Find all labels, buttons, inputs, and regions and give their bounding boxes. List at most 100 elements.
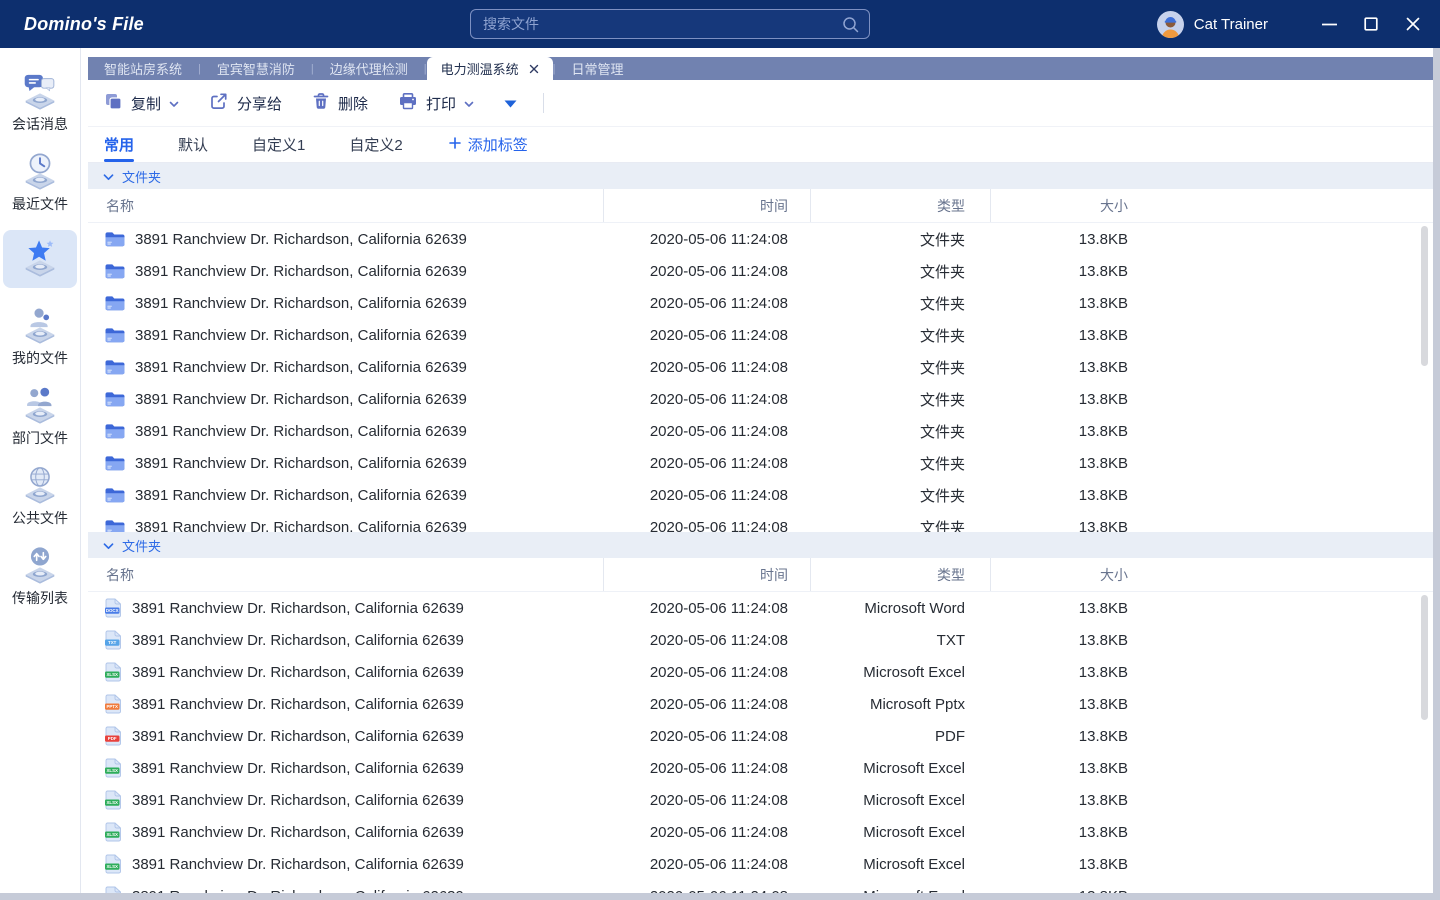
file-type: 文件夹 [810,389,990,410]
tag-tab[interactable]: 自定义2 [349,127,402,162]
file-sections: 文件夹 名称 时间 类型 大小 3891 Ranchview Dr. Richa… [88,163,1433,893]
file-row[interactable]: 3891 Ranchview Dr. Richardson, Californi… [88,447,1433,479]
department-files-icon [17,385,63,427]
file-time: 2020-05-06 11:24:08 [603,760,810,777]
file-time: 2020-05-06 11:24:08 [603,888,810,894]
file-time: 2020-05-06 11:24:08 [603,519,810,533]
file-row[interactable]: 3891 Ranchview Dr. Richardson, Californi… [88,479,1433,511]
file-type: 文件夹 [810,325,990,346]
file-row[interactable]: XLSX3891 Ranchview Dr. Richardson, Calif… [88,656,1433,688]
file-row[interactable]: TXT3891 Ranchview Dr. Richardson, Califo… [88,624,1433,656]
maximize-button[interactable] [1350,6,1392,42]
search-icon[interactable] [842,16,859,33]
add-tag-button[interactable]: 添加标签 [449,134,528,155]
file-name: XLSX3891 Ranchview Dr. Richardson, Calif… [88,758,603,778]
transfer-list-icon [17,545,63,587]
sidebar-item-label: 最近文件 [12,194,68,214]
tab-active[interactable]: 电力测温系统 [427,57,553,80]
search-input[interactable] [471,16,842,32]
sidebar-item-my-files[interactable]: 我的文件 [3,296,77,376]
scrollbar-thumb[interactable] [1421,226,1428,366]
file-row[interactable]: XLSX3891 Ranchview Dr. Richardson, Calif… [88,848,1433,880]
section-title: 文件夹 [122,167,161,186]
file-name-text: 3891 Ranchview Dr. Richardson, Californi… [132,760,464,777]
sidebar-item-public-files[interactable]: 公共文件 [3,456,77,536]
file-row[interactable]: PPTX3891 Ranchview Dr. Richardson, Calif… [88,688,1433,720]
file-name: DOCX3891 Ranchview Dr. Richardson, Calif… [88,598,603,618]
sidebar-item-label: 公共文件 [12,508,68,528]
chevron-down-icon[interactable] [103,538,114,553]
tab-item[interactable]: 智能站房系统 [88,57,198,80]
chevron-down-icon [464,95,474,112]
file-row[interactable]: PDF3891 Ranchview Dr. Richardson, Califo… [88,720,1433,752]
file-name: XLSX3891 Ranchview Dr. Richardson, Calif… [88,854,603,874]
tag-tab[interactable]: 常用 [104,127,134,162]
file-row[interactable]: 3891 Ranchview Dr. Richardson, Californi… [88,287,1433,319]
sidebar-item-department-files[interactable]: 部门文件 [3,376,77,456]
user-name: Cat Trainer [1194,16,1268,33]
chevron-down-icon[interactable] [103,169,114,184]
file-row[interactable]: XLSX3891 Ranchview Dr. Richardson, Calif… [88,880,1433,893]
file-row[interactable]: 3891 Ranchview Dr. Richardson, Californi… [88,255,1433,287]
file-name: 3891 Ranchview Dr. Richardson, Californi… [88,327,603,344]
tag-tab[interactable]: 自定义1 [252,127,305,162]
folder-icon [105,423,125,439]
share-button[interactable]: 分享给 [209,92,282,115]
copy-button[interactable]: 复制 [104,92,179,115]
file-row[interactable]: DOCX3891 Ranchview Dr. Richardson, Calif… [88,592,1433,624]
file-time: 2020-05-06 11:24:08 [603,856,810,873]
delete-button[interactable]: 删除 [312,92,368,115]
docx-file-icon: DOCX [105,598,122,618]
file-size: 13.8KB [990,487,1160,504]
file-type: Microsoft Excel [810,824,990,841]
print-button[interactable]: 打印 [398,92,474,115]
file-size: 13.8KB [990,423,1160,440]
file-row[interactable]: XLSX3891 Ranchview Dr. Richardson, Calif… [88,752,1433,784]
folder-icon [105,487,125,503]
file-name-text: 3891 Ranchview Dr. Richardson, Californi… [132,664,464,681]
file-time: 2020-05-06 11:24:08 [603,327,810,344]
section-header[interactable]: 文件夹 [88,532,1433,558]
minimize-button[interactable] [1308,6,1350,42]
scrollbar-thumb[interactable] [1421,595,1428,720]
file-row[interactable]: 3891 Ranchview Dr. Richardson, Californi… [88,415,1433,447]
file-row[interactable]: 3891 Ranchview Dr. Richardson, Californi… [88,351,1433,383]
section-header[interactable]: 文件夹 [88,163,1433,189]
file-row[interactable]: XLSX3891 Ranchview Dr. Richardson, Calif… [88,784,1433,816]
file-row[interactable]: 3891 Ranchview Dr. Richardson, Californi… [88,319,1433,351]
sidebar-item-chat-messages[interactable]: 会话消息 [3,62,77,142]
file-row[interactable]: XLSX3891 Ranchview Dr. Richardson, Calif… [88,816,1433,848]
tab-item[interactable]: 日常管理 [556,57,640,80]
file-name: PPTX3891 Ranchview Dr. Richardson, Calif… [88,694,603,714]
column-header-type: 类型 [810,189,990,222]
avatar[interactable] [1157,11,1184,38]
more-actions-dropdown[interactable] [504,95,517,112]
close-button[interactable] [1392,6,1434,42]
sidebar-item-transfer-list[interactable]: 传输列表 [3,536,77,616]
copy-icon [104,92,123,115]
file-name-text: 3891 Ranchview Dr. Richardson, Californi… [135,231,467,248]
my-files-icon [17,305,63,347]
sidebar: 会话消息最近文件我的文件部门文件公共文件传输列表 [0,48,81,893]
file-size: 13.8KB [990,600,1160,617]
file-row[interactable]: 3891 Ranchview Dr. Richardson, Californi… [88,223,1433,255]
file-time: 2020-05-06 11:24:08 [603,696,810,713]
file-type: Microsoft Excel [810,664,990,681]
sidebar-item-recent-files[interactable]: 最近文件 [3,142,77,222]
file-size: 13.8KB [990,519,1160,533]
file-size: 13.8KB [990,263,1160,280]
tab-close-icon[interactable] [529,64,539,74]
sidebar-item-favorites-star[interactable] [3,230,77,288]
file-type: Microsoft Excel [810,888,990,894]
file-time: 2020-05-06 11:24:08 [603,295,810,312]
file-name: XLSX3891 Ranchview Dr. Richardson, Calif… [88,662,603,682]
tab-item[interactable]: 宜宾智慧消防 [201,57,311,80]
file-row[interactable]: 3891 Ranchview Dr. Richardson, Californi… [88,511,1433,532]
svg-text:PDF: PDF [108,736,117,741]
search-box[interactable] [470,9,870,39]
file-row[interactable]: 3891 Ranchview Dr. Richardson, Californi… [88,383,1433,415]
tag-tab[interactable]: 默认 [178,127,208,162]
file-name-text: 3891 Ranchview Dr. Richardson, Californi… [132,824,464,841]
tab-item[interactable]: 边缘代理检测 [314,57,424,80]
file-time: 2020-05-06 11:24:08 [603,600,810,617]
